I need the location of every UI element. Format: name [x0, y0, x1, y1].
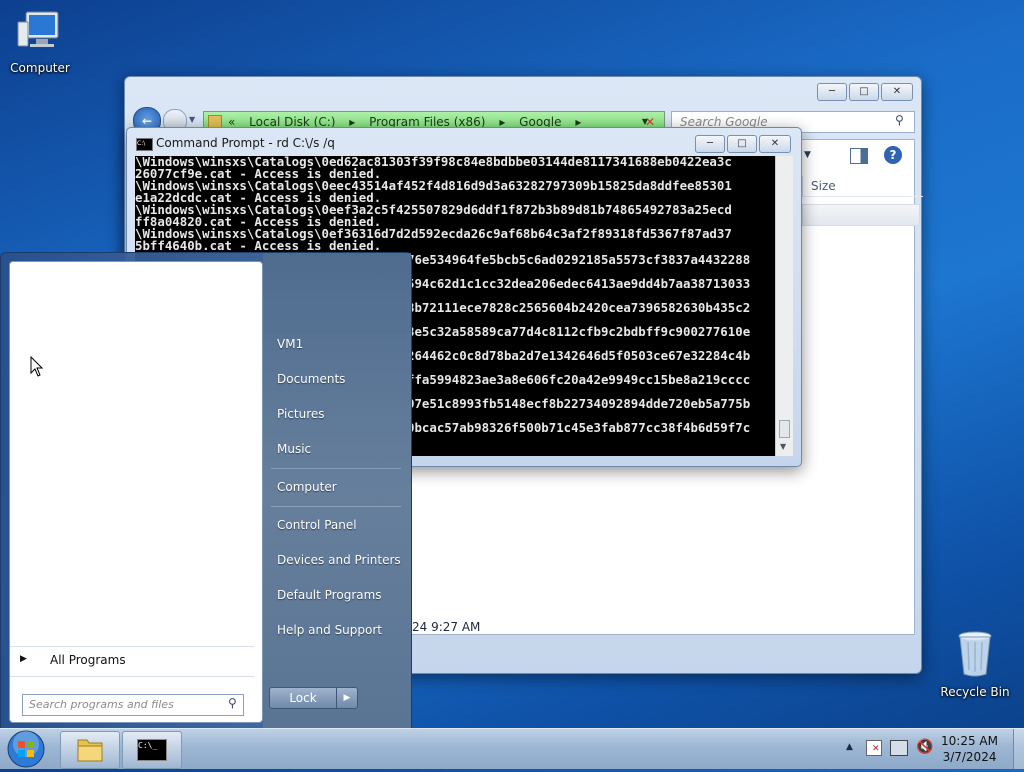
explorer-minimize-button[interactable]: ─	[817, 83, 847, 101]
error-badge-icon: ✕	[872, 744, 880, 754]
start-item-help-support[interactable]: Help and Support	[277, 623, 382, 637]
divider	[271, 506, 401, 507]
show-desktop-button[interactable]	[1013, 729, 1024, 769]
windows-logo-icon	[7, 730, 45, 768]
clock[interactable]: 10:25 AM 3/7/2024	[941, 733, 998, 765]
all-programs-button[interactable]: All Programs	[50, 653, 126, 667]
cmd-line-partial: 07e51c8993fb5148ecf8b22734092894dde720eb…	[407, 396, 751, 411]
cmd-scroll-thumb[interactable]	[779, 420, 790, 438]
explorer-close-button[interactable]: ✕	[881, 83, 913, 101]
cmd-caption-buttons: ─ □ ✕	[695, 135, 791, 153]
divider	[10, 646, 254, 647]
start-button[interactable]	[5, 729, 47, 769]
cmd-line-partial: 0bcac57ab98326f500b71c45e3fab877cc38f4b6…	[407, 420, 751, 435]
cmd-line-partial: 8e5c32a58589ca77d4c8112cfb9c2bdbff9c9002…	[407, 324, 751, 339]
start-item-devices-printers[interactable]: Devices and Printers	[277, 553, 401, 567]
cmd-close-button[interactable]: ✕	[759, 135, 791, 153]
taskbar-cmd-button[interactable]: C:\_	[122, 731, 182, 769]
network-icon[interactable]	[890, 740, 908, 756]
folder-icon	[77, 739, 103, 762]
start-item-vm1[interactable]: VM1	[277, 337, 303, 351]
cmd-line-partial: ffa5994823ae3a8e606fc20a42e9949cc15be8a2…	[407, 372, 751, 387]
start-item-control-panel[interactable]: Control Panel	[277, 518, 357, 532]
action-center-icon[interactable]: ✕	[866, 740, 882, 756]
recent-pages-chevron-icon[interactable]: ▼	[189, 115, 195, 124]
desktop-icon-computer-label: Computer	[10, 61, 70, 75]
desktop-icon-recycle-bin[interactable]: Recycle Bin	[935, 630, 1015, 699]
cmd-icon: C:\_	[137, 739, 167, 761]
desktop-icon-computer[interactable]: Computer	[0, 8, 80, 75]
cmd-minimize-button[interactable]: ─	[695, 135, 725, 153]
search-icon[interactable]: ⚲	[228, 696, 237, 710]
search-icon[interactable]: ⚲	[895, 113, 904, 127]
start-menu: ▶ All Programs Search programs and files…	[0, 252, 412, 730]
explorer-maximize-button[interactable]: □	[849, 83, 879, 101]
lock-button[interactable]: Lock	[269, 687, 337, 709]
scroll-down-arrow-icon[interactable]: ▼	[780, 442, 786, 451]
start-item-pictures[interactable]: Pictures	[277, 407, 325, 421]
all-programs-arrow-icon: ▶	[20, 654, 27, 664]
clock-date: 3/7/2024	[942, 750, 997, 764]
cmd-scrollbar[interactable]: ▼	[775, 156, 793, 456]
details-date-modified: 24 9:27 AM	[412, 620, 481, 634]
taskbar: C:\_ ▲ ✕ 🔇 10:25 AM 3/7/2024	[0, 728, 1024, 769]
start-search-input[interactable]: Search programs and files	[22, 694, 244, 716]
explorer-caption-buttons: ─ □ ✕	[817, 83, 913, 101]
shutdown-options-arrow-icon[interactable]: ▶	[336, 687, 358, 709]
start-item-music[interactable]: Music	[277, 442, 311, 456]
desktop-icon-recycle-bin-label: Recycle Bin	[940, 685, 1010, 699]
cmd-line-partial: 594c62d1c1cc32dea206edec6413ae9dd4b7aa38…	[407, 276, 751, 291]
computer-icon	[0, 8, 80, 57]
cmd-window-icon: C:\	[136, 138, 153, 151]
start-item-default-programs[interactable]: Default Programs	[277, 588, 382, 602]
cmd-line-partial: 76e534964fe5bcb5c6ad0292185a5573cf3837a4…	[407, 252, 751, 267]
divider	[271, 468, 401, 469]
volume-muted-icon[interactable]: 🔇	[916, 739, 933, 755]
start-menu-programs-pane: ▶ All Programs Search programs and files…	[9, 261, 263, 723]
cmd-maximize-button[interactable]: □	[727, 135, 757, 153]
recycle-bin-icon	[935, 630, 1015, 681]
mouse-cursor-icon	[30, 355, 44, 381]
cmd-line-partial: 264462c0c8d78ba2d7e1342646d5f0503ce67e32…	[407, 348, 751, 363]
clock-time: 10:25 AM	[941, 734, 998, 748]
start-item-documents[interactable]: Documents	[277, 372, 345, 386]
divider	[10, 676, 254, 677]
view-options-chevron-icon[interactable]: ▼	[804, 150, 811, 160]
taskbar-explorer-button[interactable]	[60, 731, 120, 769]
start-menu-places-pane: VM1 Documents Pictures Music Computer Co…	[263, 253, 411, 729]
column-header-size[interactable]: Size	[802, 176, 923, 197]
file-row-highlight[interactable]	[802, 204, 920, 226]
cmd-line-partial: 8b72111ece7828c2565604b2420cea7396582630…	[407, 300, 751, 315]
cmd-line: 5bff4640b.cat - Access is denied.	[135, 238, 382, 253]
show-hidden-icons-icon[interactable]: ▲	[846, 742, 853, 752]
help-icon[interactable]: ?	[884, 146, 902, 164]
cmd-title: Command Prompt - rd C:\/s /q	[156, 136, 335, 150]
preview-pane-icon[interactable]	[850, 148, 868, 164]
start-item-computer[interactable]: Computer	[277, 480, 337, 494]
